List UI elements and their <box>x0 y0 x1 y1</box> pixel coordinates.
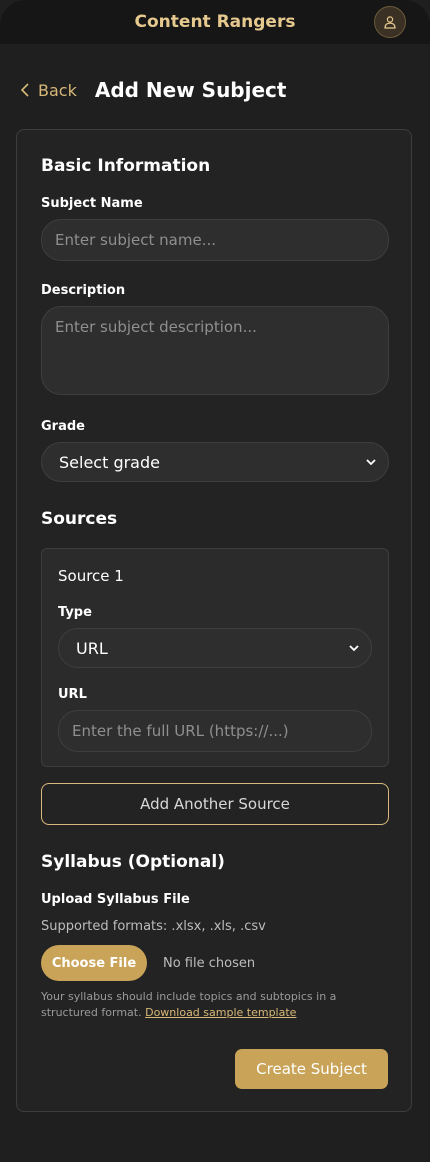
app-screen: Content Rangers Back Add New Subject Bas… <box>0 0 430 1162</box>
subject-name-input[interactable]: Enter subject name... <box>41 219 389 261</box>
syllabus-help-text: Your syllabus should include topics and … <box>41 989 387 1021</box>
choose-file-button[interactable]: Choose File <box>41 945 147 981</box>
subject-name-placeholder: Enter subject name... <box>55 231 217 249</box>
chevron-down-icon <box>349 645 359 652</box>
back-label: Back <box>38 80 77 100</box>
supported-formats-text: Supported formats: .xlsx, .xls, .csv <box>41 919 266 934</box>
top-bar: Content Rangers <box>0 0 430 44</box>
file-upload-row: Choose File No file chosen <box>41 945 387 981</box>
download-template-link[interactable]: Download sample template <box>145 1006 296 1019</box>
description-placeholder: Enter subject description... <box>55 318 257 336</box>
back-button[interactable]: Back <box>20 81 77 100</box>
source-type-select[interactable]: URL <box>58 628 372 668</box>
description-textarea[interactable]: Enter subject description... <box>41 306 389 395</box>
chevron-down-icon <box>366 459 376 466</box>
user-icon <box>384 16 396 29</box>
source-url-placeholder: Enter the full URL (https://...) <box>72 722 289 740</box>
source-title: Source 1 <box>58 567 124 585</box>
source-type-label: Type <box>58 605 92 620</box>
add-source-label: Add Another Source <box>140 795 290 813</box>
choose-file-label: Choose File <box>51 955 137 971</box>
basic-info-title: Basic Information <box>41 156 211 176</box>
subject-form-card: Basic Information Subject Name Enter sub… <box>16 129 412 1112</box>
source-url-input[interactable]: Enter the full URL (https://...) <box>58 710 372 752</box>
source-type-selected: URL <box>76 638 108 658</box>
grade-selected-value: Select grade <box>59 452 160 472</box>
grade-select[interactable]: Select grade <box>41 442 389 482</box>
subject-name-label: Subject Name <box>41 196 143 211</box>
source-item: Source 1 Type URL URL Enter the full URL… <box>41 548 389 767</box>
sources-title: Sources <box>41 509 118 529</box>
create-subject-button[interactable]: Create Subject <box>235 1049 388 1089</box>
description-label: Description <box>41 283 126 298</box>
file-status-text: No file chosen <box>163 955 256 971</box>
syllabus-title: Syllabus (Optional) <box>41 852 225 872</box>
chevron-left-icon <box>20 83 29 97</box>
create-subject-label: Create Subject <box>256 1060 367 1078</box>
user-avatar-button[interactable] <box>374 6 406 38</box>
source-url-label: URL <box>58 687 87 702</box>
app-title: Content Rangers <box>134 12 296 32</box>
grade-label: Grade <box>41 419 85 434</box>
add-source-button[interactable]: Add Another Source <box>41 783 389 825</box>
page-title: Add New Subject <box>94 78 287 102</box>
page-header: Back Add New Subject <box>0 44 430 136</box>
upload-syllabus-label: Upload Syllabus File <box>41 892 190 907</box>
